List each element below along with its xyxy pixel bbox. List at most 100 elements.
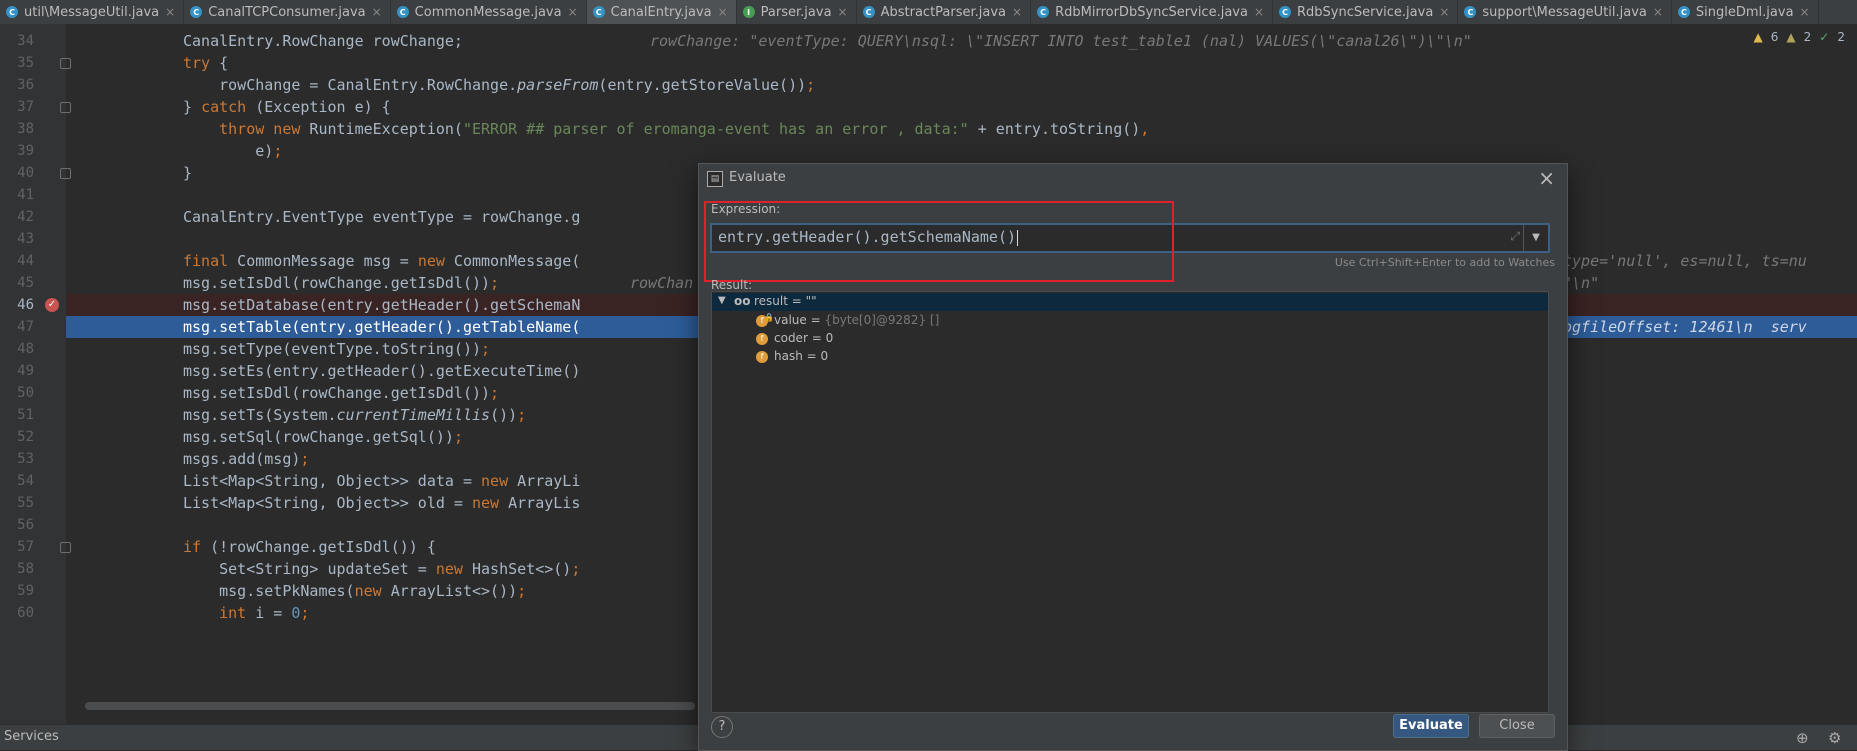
editor-tab[interactable]: Csupport\MessageUtil.java × bbox=[1458, 0, 1672, 24]
code-line[interactable]: e); bbox=[66, 140, 1857, 162]
line-number[interactable]: 48 bbox=[0, 338, 34, 360]
close-icon[interactable]: × bbox=[838, 5, 848, 19]
close-icon[interactable]: × bbox=[372, 5, 382, 19]
tab-label: CommonMessage.java bbox=[414, 4, 562, 20]
line-number[interactable]: 50 bbox=[0, 382, 34, 404]
close-icon[interactable]: × bbox=[568, 5, 578, 19]
inline-debug-value: ogfileOffset: 12461\n serv bbox=[1563, 318, 1807, 336]
inline-debug-value: type='null', es=null, ts=nu bbox=[1563, 252, 1807, 270]
line-number[interactable]: 51 bbox=[0, 404, 34, 426]
line-number[interactable]: 57 bbox=[0, 536, 34, 558]
highlight-annotation bbox=[704, 201, 1174, 282]
editor-tab[interactable]: C RdbSyncService.java × bbox=[1273, 0, 1459, 24]
history-dropdown-button[interactable]: ▼ bbox=[1523, 225, 1548, 251]
result-root-text: result = "" bbox=[754, 294, 817, 308]
tab-label: support\MessageUtil.java bbox=[1482, 4, 1647, 20]
line-number[interactable]: 39 bbox=[0, 140, 34, 162]
result-label: Result: bbox=[711, 278, 753, 292]
close-button[interactable]: Close bbox=[1479, 714, 1555, 738]
field-equals: = bbox=[807, 331, 826, 345]
field-value: {byte[0]@9282} [] bbox=[824, 313, 940, 327]
tab-label: RdbMirrorDbSyncService.java bbox=[1055, 4, 1248, 20]
line-number[interactable]: 38 bbox=[0, 118, 34, 140]
line-number[interactable]: 56 bbox=[0, 514, 34, 536]
class-icon: C bbox=[1464, 6, 1477, 18]
line-number[interactable]: 49 bbox=[0, 360, 34, 382]
horizontal-scrollbar[interactable] bbox=[85, 702, 695, 710]
code-line[interactable]: throw new RuntimeException("ERROR ## par… bbox=[66, 118, 1857, 140]
expand-icon[interactable]: ⤢ bbox=[1510, 229, 1520, 244]
close-icon[interactable]: × bbox=[1012, 5, 1022, 19]
line-number[interactable]: 40 bbox=[0, 162, 34, 184]
breakpoint-icon[interactable]: ✓ bbox=[45, 298, 59, 312]
editor-tab[interactable]: C SingleDml.java × bbox=[1672, 0, 1819, 24]
chevron-down-icon[interactable]: ▼ bbox=[718, 295, 726, 306]
line-number[interactable]: 41 bbox=[0, 184, 34, 206]
line-number[interactable]: 55 bbox=[0, 492, 34, 514]
close-icon[interactable]: × bbox=[165, 5, 175, 19]
line-number[interactable]: 36 bbox=[0, 74, 34, 96]
help-button[interactable]: ? bbox=[711, 716, 733, 738]
line-number[interactable]: 58 bbox=[0, 558, 34, 580]
code-line[interactable]: try { bbox=[66, 52, 1857, 74]
field-value: 0 bbox=[820, 349, 829, 363]
result-tree[interactable]: ▼ oo result = "" f 🔒 value = {byte[0]@928… bbox=[711, 291, 1549, 713]
close-icon[interactable]: × bbox=[1439, 5, 1449, 19]
lock-icon: 🔒 bbox=[764, 313, 774, 322]
tab-label: CanalTCPConsumer.java bbox=[208, 4, 366, 20]
class-icon: C bbox=[1279, 6, 1292, 18]
editor-gutter[interactable]: 34 35 36 37 38 39 40 41 42 43 44 45 46 ✓ 47 48 49 50 51 52 5… bbox=[0, 24, 71, 724]
field-name: hash bbox=[774, 349, 803, 363]
line-number[interactable]: 45 bbox=[0, 272, 34, 294]
class-icon: C bbox=[592, 6, 605, 18]
class-icon: C bbox=[396, 6, 409, 18]
editor-tab[interactable]: C CanalEntry.java × bbox=[586, 0, 737, 24]
watch-hint: Use Ctrl+Shift+Enter to add to Watches bbox=[1334, 256, 1555, 269]
editor-tab[interactable]: C CommonMessage.java × bbox=[391, 0, 587, 24]
line-number[interactable]: 34 bbox=[0, 30, 34, 52]
code-line[interactable]: rowChange = CanalEntry.RowChange.parseFr… bbox=[66, 74, 1857, 96]
line-number[interactable]: 52 bbox=[0, 426, 34, 448]
line-number[interactable]: 46 bbox=[0, 294, 34, 316]
gear-icon[interactable]: ⚙ bbox=[1828, 729, 1841, 747]
field-value: 0 bbox=[825, 331, 834, 345]
line-number[interactable]: 59 bbox=[0, 580, 34, 602]
editor-tab[interactable]: C AbstractParser.java × bbox=[857, 0, 1032, 24]
close-icon[interactable]: × bbox=[1800, 5, 1810, 19]
line-number[interactable]: 47 bbox=[0, 316, 34, 338]
editor-tab[interactable]: C RdbMirrorDbSyncService.java × bbox=[1031, 0, 1274, 24]
evaluate-dialog: ▤ Evaluate × Expression: entry.getHeader… bbox=[698, 163, 1568, 751]
field-icon: f bbox=[756, 351, 768, 363]
field-equals: = bbox=[806, 313, 825, 327]
tab-label: Parser.java bbox=[760, 4, 832, 20]
close-icon[interactable]: × bbox=[718, 5, 728, 19]
editor-tab[interactable]: C CanalTCPConsumer.java × bbox=[184, 0, 391, 24]
code-line[interactable]: } catch (Exception e) { bbox=[66, 96, 1857, 118]
line-number[interactable]: 43 bbox=[0, 228, 34, 250]
line-number[interactable]: 53 bbox=[0, 448, 34, 470]
class-icon: C bbox=[6, 6, 18, 18]
line-number[interactable]: 44 bbox=[0, 250, 34, 272]
close-icon[interactable]: × bbox=[1538, 166, 1555, 190]
dialog-title-bar[interactable]: ▤ Evaluate × bbox=[699, 164, 1567, 192]
services-title: Services bbox=[4, 729, 59, 744]
evaluate-button[interactable]: Evaluate bbox=[1393, 714, 1469, 738]
dialog-title: Evaluate bbox=[729, 170, 786, 185]
result-root-node[interactable]: ▼ oo result = "" bbox=[712, 293, 1548, 311]
editor-tab[interactable]: I Parser.java × bbox=[737, 0, 857, 24]
line-number[interactable]: 60 bbox=[0, 602, 34, 624]
line-number[interactable]: 42 bbox=[0, 206, 34, 228]
editor-tab[interactable]: Cutil\MessageUtil.java × bbox=[0, 0, 185, 24]
code-line[interactable]: CanalEntry.RowChange rowChange; rowChange… bbox=[66, 30, 1857, 52]
close-icon[interactable]: × bbox=[1653, 5, 1663, 19]
field-equals: = bbox=[802, 349, 821, 363]
settings-target-icon[interactable]: ⊕ bbox=[1796, 729, 1809, 747]
tab-label: RdbSyncService.java bbox=[1297, 4, 1434, 20]
tab-label: CanalEntry.java bbox=[610, 4, 712, 20]
line-number[interactable]: 35 bbox=[0, 52, 34, 74]
line-number[interactable]: 54 bbox=[0, 470, 34, 492]
close-icon[interactable]: × bbox=[1254, 5, 1264, 19]
class-icon: C bbox=[1677, 6, 1690, 18]
line-number[interactable]: 37 bbox=[0, 96, 34, 118]
inline-debug-value: rowChange: "eventType: QUERY\nsql: \"INS… bbox=[650, 32, 1472, 50]
